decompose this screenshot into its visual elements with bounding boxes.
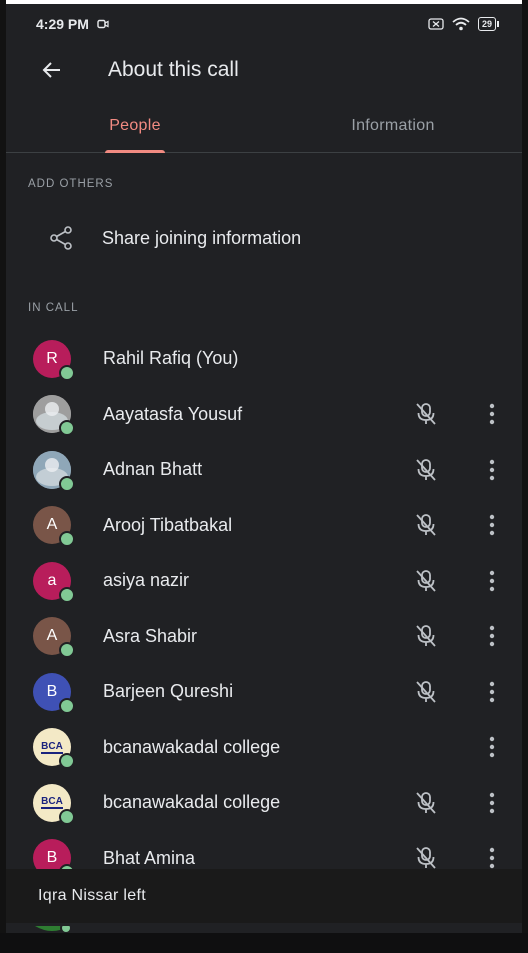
- mic-off-icon: [412, 400, 440, 428]
- participant-row[interactable]: B Barjeen Qureshi: [6, 664, 522, 720]
- participant-name: Rahil Rafiq (You): [103, 348, 239, 369]
- avatar: a: [33, 561, 75, 603]
- in-call-header: IN CALL: [28, 302, 79, 314]
- avatar: A: [33, 617, 75, 659]
- share-joining-info-label: Share joining information: [102, 227, 302, 248]
- avatar-logo-text: BCA: [41, 740, 63, 754]
- partial-avatar: [33, 923, 73, 933]
- avatar: [33, 450, 75, 492]
- participant-name: Asra Shabir: [103, 625, 198, 646]
- wifi-icon: [452, 17, 470, 31]
- participant-name: Bhat Amina: [103, 847, 196, 868]
- participant-name: bcanawakadal college: [103, 736, 281, 757]
- mic-off-icon: [412, 567, 440, 595]
- back-button[interactable]: [28, 46, 76, 94]
- presence-dot: [59, 642, 75, 659]
- tab-bar: People Information: [6, 100, 522, 153]
- tab-information[interactable]: Information: [264, 100, 522, 152]
- avatar-initial: B: [46, 849, 58, 867]
- tab-active-indicator: [105, 150, 165, 153]
- share-icon: [40, 217, 82, 259]
- avatar: B: [33, 672, 75, 714]
- participant-row[interactable]: a asiya nazir: [6, 553, 522, 609]
- avatar: BCA: [33, 783, 75, 825]
- presence-dot: [59, 586, 75, 603]
- status-bar: 4:29 PM 29: [6, 4, 522, 44]
- presence-dot: [59, 420, 75, 437]
- app-bar: About this call: [6, 44, 522, 96]
- page-title: About this call: [108, 58, 239, 81]
- tab-people-label: People: [109, 117, 161, 134]
- mic-off-icon: [412, 678, 440, 706]
- participant-name: Barjeen Qureshi: [103, 681, 234, 702]
- participant-row[interactable]: Adnan Bhatt: [6, 442, 522, 498]
- add-others-header: ADD OTHERS: [28, 178, 114, 190]
- avatar-logo-text: BCA: [41, 796, 63, 810]
- avatar: R: [33, 339, 75, 381]
- battery-icon: 29: [477, 17, 500, 31]
- participant-name: Aayatasfa Yousuf: [103, 403, 243, 424]
- participant-row[interactable]: R Rahil Rafiq (You): [6, 331, 522, 387]
- participant-name: Adnan Bhatt: [103, 459, 203, 480]
- more-options-icon[interactable]: [482, 622, 502, 650]
- avatar: [33, 395, 75, 437]
- avatar: BCA: [33, 728, 75, 770]
- presence-dot: [59, 808, 75, 825]
- more-options-icon[interactable]: [482, 400, 502, 428]
- snackbar-text: Iqra Nissar left: [38, 887, 146, 904]
- mic-off-icon: [412, 789, 440, 817]
- status-time: 4:29 PM: [36, 16, 89, 32]
- more-options-icon[interactable]: [482, 456, 502, 484]
- screen-right-edge: [522, 0, 528, 953]
- arrow-back-icon: [42, 62, 60, 78]
- presence-dot: [59, 697, 75, 714]
- system-nav-bar: [0, 933, 528, 953]
- presence-dot: [59, 364, 75, 381]
- participant-name: bcanawakadal college: [103, 792, 281, 813]
- snackbar: Iqra Nissar left: [6, 869, 522, 923]
- participant-row[interactable]: Aayatasfa Yousuf: [6, 387, 522, 443]
- participant-row[interactable]: BCA bcanawakadal college: [6, 775, 522, 831]
- participant-row[interactable]: BCA bcanawakadal college: [6, 720, 522, 776]
- participant-name: asiya nazir: [103, 570, 190, 591]
- more-options-icon[interactable]: [482, 733, 502, 761]
- avatar: A: [33, 506, 75, 548]
- more-options-icon[interactable]: [482, 511, 502, 539]
- mic-off-icon: [412, 622, 440, 650]
- avatar-initial: A: [46, 516, 58, 534]
- mic-off-icon: [412, 511, 440, 539]
- participant-name: Arooj Tibatbakal: [103, 514, 233, 535]
- screen-record-icon: [97, 19, 109, 29]
- avatar-initial: a: [47, 571, 57, 589]
- avatar-initial: B: [46, 682, 58, 700]
- participant-list: R Rahil Rafiq (You) Aayatasfa Yousuf Adnan …: [6, 331, 522, 886]
- sim-off-icon: [428, 18, 444, 30]
- participant-row[interactable]: A Asra Shabir: [6, 609, 522, 665]
- presence-dot: [59, 531, 75, 548]
- avatar-initial: A: [46, 627, 58, 645]
- share-joining-info-row[interactable]: Share joining information: [6, 208, 522, 268]
- presence-dot: [59, 753, 75, 770]
- tab-information-label: Information: [351, 117, 435, 134]
- presence-dot: [59, 475, 75, 492]
- more-options-icon[interactable]: [482, 567, 502, 595]
- avatar-initial: R: [46, 349, 58, 367]
- participant-row[interactable]: A Arooj Tibatbakal: [6, 498, 522, 554]
- mic-off-icon: [412, 456, 440, 484]
- more-options-icon[interactable]: [482, 678, 502, 706]
- tab-people[interactable]: People: [6, 100, 264, 153]
- more-options-icon[interactable]: [482, 789, 502, 817]
